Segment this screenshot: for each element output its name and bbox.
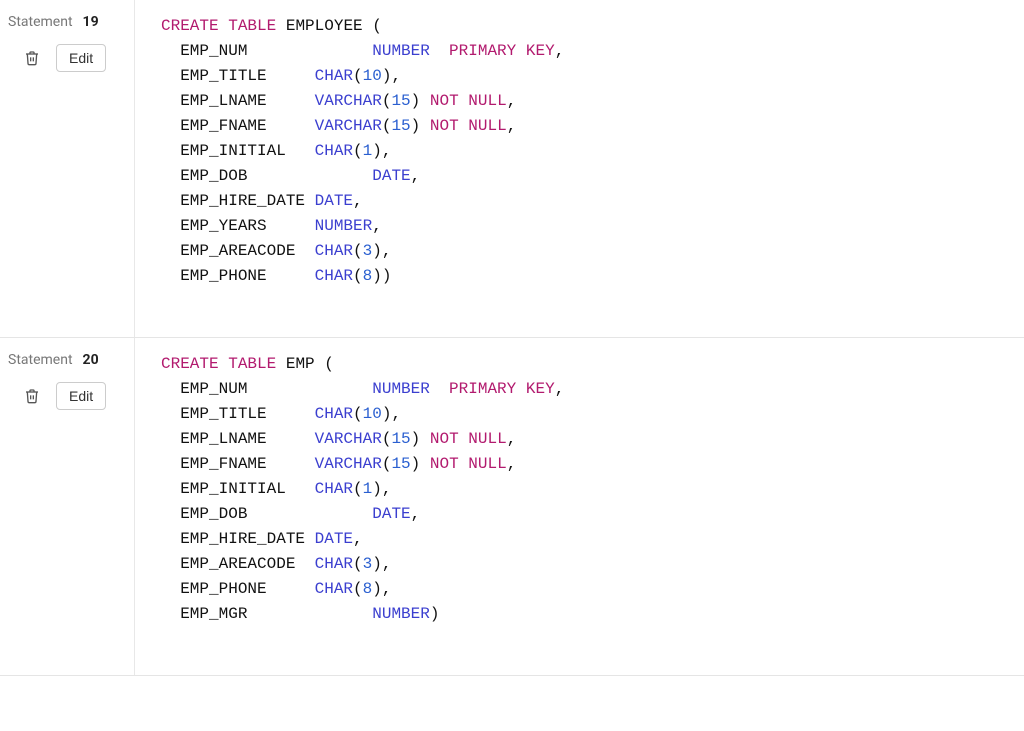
code-area[interactable]: CREATE TABLE EMP ( EMP_NUM NUMBER PRIMAR… [135, 338, 1024, 675]
statement-label: Statement [8, 14, 73, 30]
statement-sidebar: Statement 19 Edit [0, 0, 135, 337]
sql-code: CREATE TABLE EMP ( EMP_NUM NUMBER PRIMAR… [161, 352, 1004, 627]
trash-icon[interactable] [24, 49, 40, 67]
statement-label: Statement [8, 352, 73, 368]
statement-actions: Edit [6, 44, 124, 72]
sql-code: CREATE TABLE EMPLOYEE ( EMP_NUM NUMBER P… [161, 14, 1004, 289]
trash-icon[interactable] [24, 387, 40, 405]
statement-actions: Edit [6, 382, 124, 410]
statement-block: Statement 19 Edit CREATE TABLE EMPLOYEE ( E… [0, 0, 1024, 338]
code-area[interactable]: CREATE TABLE EMPLOYEE ( EMP_NUM NUMBER P… [135, 0, 1024, 337]
statement-sidebar: Statement 20 Edit [0, 338, 135, 675]
edit-button[interactable]: Edit [56, 44, 106, 72]
statement-block: Statement 20 Edit CREATE TABLE EMP ( EMP_NU… [0, 338, 1024, 676]
statement-header: Statement 19 [6, 14, 124, 30]
statements-container: Statement 19 Edit CREATE TABLE EMPLOYEE ( E… [0, 0, 1024, 676]
statement-number: 19 [83, 14, 99, 30]
statement-header: Statement 20 [6, 352, 124, 368]
edit-button[interactable]: Edit [56, 382, 106, 410]
statement-number: 20 [83, 352, 99, 368]
